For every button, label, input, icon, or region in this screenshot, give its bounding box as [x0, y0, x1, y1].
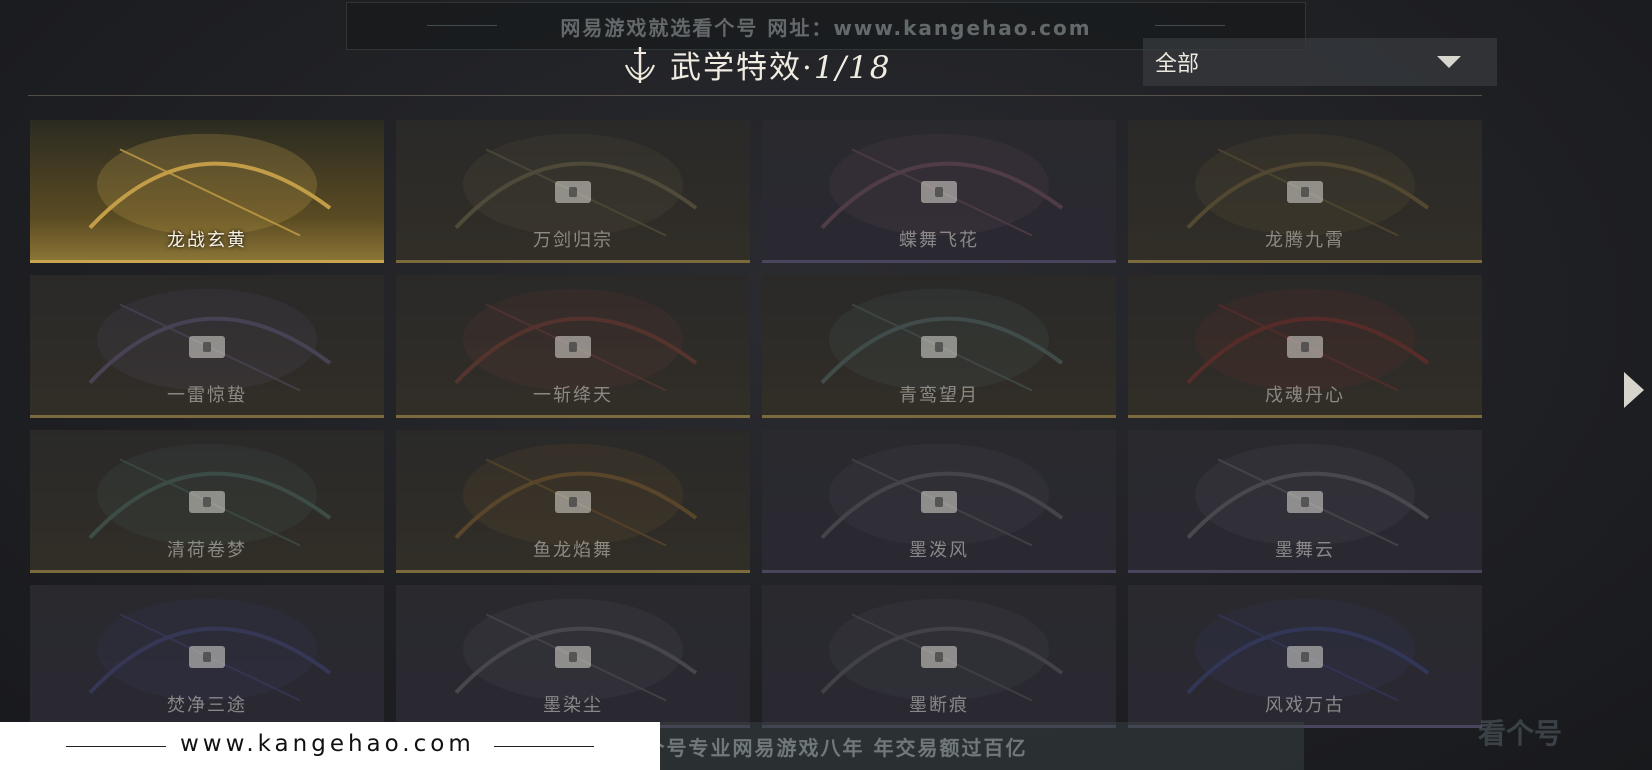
effect-name: 一斩绛天 [533, 385, 613, 406]
effects-header: 武学特效·1/18 全部 [0, 36, 1652, 96]
watermark-ornament-right [1155, 25, 1225, 26]
lock-icon [555, 491, 591, 513]
lock-icon [555, 646, 591, 668]
effect-card[interactable]: 万剑归宗 [396, 120, 750, 263]
lock-icon [555, 336, 591, 358]
effect-card[interactable]: 戍魂丹心 [1128, 275, 1482, 418]
watermark-logo: 看个号 [1478, 717, 1563, 750]
lock-icon [1287, 336, 1323, 358]
effect-name: 鱼龙焰舞 [533, 540, 613, 561]
effect-name: 蝶舞飞花 [899, 230, 979, 251]
effect-card[interactable]: 龙战玄黄 [30, 120, 384, 263]
effect-name: 墨染尘 [543, 695, 603, 716]
lock-icon [1287, 181, 1323, 203]
effect-name: 墨断痕 [909, 695, 969, 716]
effect-name: 万剑归宗 [533, 230, 613, 251]
effect-name: 清荷卷梦 [167, 540, 247, 561]
effect-card[interactable]: 一雷惊蛰 [30, 275, 384, 418]
effect-card[interactable]: 鱼龙焰舞 [396, 430, 750, 573]
watermark-line-right [494, 746, 594, 747]
effect-card[interactable]: 墨断痕 [762, 585, 1116, 728]
effect-card[interactable]: 墨泼风 [762, 430, 1116, 573]
category-filter-dropdown[interactable]: 全部 [1143, 38, 1497, 86]
watermark-bottom-slogan: 看个号专业网易游戏八年 年交易额过百亿 [622, 735, 1028, 760]
page-title: 武学特效·1/18 [670, 42, 891, 87]
watermark-line-left [66, 746, 166, 747]
effect-card[interactable]: 一斩绛天 [396, 275, 750, 418]
effect-name: 焚净三途 [167, 695, 247, 716]
lock-icon [1287, 491, 1323, 513]
effect-card[interactable]: 墨舞云 [1128, 430, 1482, 573]
lock-icon [1287, 646, 1323, 668]
effects-grid: 龙战玄黄 万剑归宗 蝶舞飞花 龙腾九霄一雷惊蛰 一斩绛天 青鸾望月 戍魂丹心清荷卷梦 鱼龙焰舞… [30, 120, 1482, 728]
watermark-url-strip: www.kangehao.com [0, 722, 660, 770]
effect-name: 龙战玄黄 [167, 230, 247, 251]
lock-icon [921, 646, 957, 668]
effect-name: 墨舞云 [1275, 540, 1335, 561]
title-group: 武学特效·1/18 [622, 42, 891, 87]
lock-icon [189, 646, 225, 668]
page-title-text: 武学特效· [670, 50, 814, 86]
effect-card[interactable]: 蝶舞飞花 [762, 120, 1116, 263]
effect-name: 一雷惊蛰 [167, 385, 247, 406]
lock-icon [555, 181, 591, 203]
lock-icon [921, 491, 957, 513]
effect-card[interactable]: 焚净三途 [30, 585, 384, 728]
chevron-down-icon[interactable] [1437, 56, 1461, 68]
lock-icon [189, 336, 225, 358]
effect-card[interactable]: 风戏万古 [1128, 585, 1482, 728]
lock-icon [921, 181, 957, 203]
effect-name: 风戏万古 [1265, 695, 1345, 716]
sword-emblem-icon [624, 46, 656, 83]
effect-card[interactable]: 墨染尘 [396, 585, 750, 728]
effect-card[interactable]: 青鸾望月 [762, 275, 1116, 418]
effect-card[interactable]: 清荷卷梦 [30, 430, 384, 573]
effect-name: 墨泼风 [909, 540, 969, 561]
next-page-arrow-icon[interactable] [1624, 372, 1644, 408]
effect-card[interactable]: 龙腾九霄 [1128, 120, 1482, 263]
effect-name: 龙腾九霄 [1265, 230, 1345, 251]
lock-icon [189, 491, 225, 513]
filter-selected-value: 全部 [1155, 52, 1200, 77]
unlock-count: 1/18 [813, 50, 892, 86]
watermark-ornament-left [427, 25, 497, 26]
watermark-url: www.kangehao.com [180, 731, 475, 757]
effect-name: 戍魂丹心 [1265, 385, 1345, 406]
header-divider [28, 95, 1482, 96]
effect-name: 青鸾望月 [899, 385, 979, 406]
lock-icon [921, 336, 957, 358]
